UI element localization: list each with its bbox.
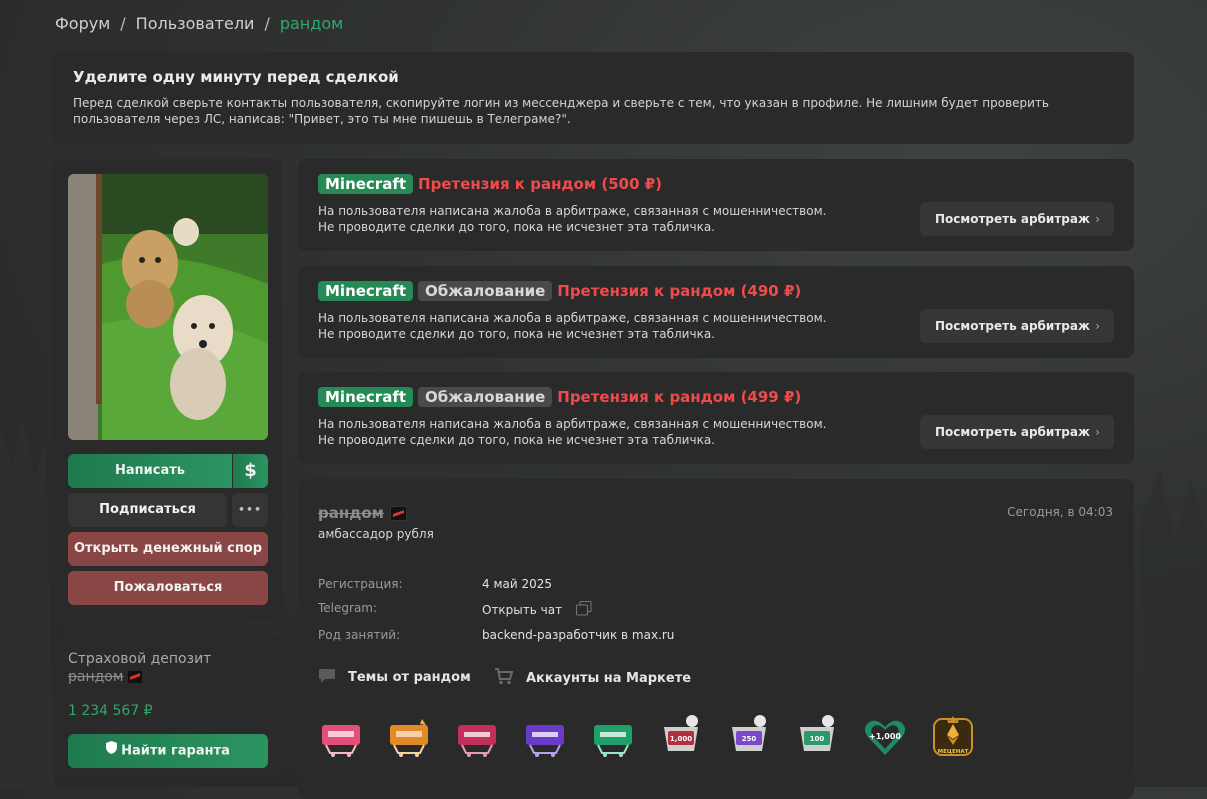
avatar-image [68, 174, 268, 440]
reviews-badge-icon[interactable]: 250 [726, 713, 772, 759]
deposit-amount: 1 234 567 ₽ [68, 703, 153, 719]
find-guarantor-button[interactable]: Найти гаранта [68, 734, 268, 768]
profile-username-text: рандом [318, 504, 384, 522]
cart-icon [494, 668, 514, 689]
ban-flag-icon [128, 671, 143, 683]
claim-description: На пользователя написана жалоба в арбитр… [318, 416, 826, 448]
sales-badge-icon[interactable] [522, 713, 568, 759]
insurance-deposit-card: Страховой депозит рандом 1 234 567 ₽ Най… [53, 635, 282, 783]
chevron-right-icon: › [1095, 319, 1100, 333]
claim-description: На пользователя написана жалоба в арбитр… [318, 310, 826, 342]
registration-label: Регистрация: [318, 577, 403, 591]
profile-sidebar-card: Написать $ Подписаться ••• Открыть денеж… [53, 159, 282, 619]
category-tag[interactable]: Minecraft [318, 281, 414, 301]
category-tag[interactable]: Minecraft [318, 387, 414, 407]
sales-badge-icon[interactable] [318, 713, 364, 759]
view-arbitration-label: Посмотреть арбитраж [935, 319, 1090, 333]
find-guarantor-label: Найти гаранта [121, 743, 230, 759]
view-arbitration-label: Посмотреть арбитраж [935, 425, 1090, 439]
telegram-open-chat-link[interactable]: Открыть чат [482, 603, 562, 617]
svg-text:+1,000: +1,000 [869, 732, 901, 741]
notice-title: Уделите одну минуту перед сделкой [73, 68, 399, 86]
last-seen: Сегодня, в 04:03 [1007, 505, 1113, 519]
category-tag[interactable]: Minecraft [318, 174, 414, 194]
claim-title: Претензия к рандом (500 ₽) [418, 175, 663, 193]
heart-badge-icon[interactable]: +1,000 [862, 713, 908, 759]
arbitration-claim-card: Minecraft Обжалование Претензия к рандом… [298, 372, 1134, 464]
claim-line: Не проводите сделки до того, пока не исч… [318, 327, 715, 341]
claim-tags: Minecraft Претензия к рандом (500 ₽) [318, 174, 662, 194]
badges-row: 1,000 250 100 +1,000 МЕЦЕНАТ [318, 713, 976, 759]
claim-line: На пользователя написана жалоба в арбитр… [318, 417, 827, 431]
telegram-label: Telegram: [318, 601, 378, 615]
breadcrumb-current[interactable]: рандом [280, 14, 343, 33]
deposit-username-text: рандом [68, 669, 124, 685]
reviews-badge-icon[interactable]: 1,000 [658, 713, 704, 759]
user-title: амбассадор рубля [318, 527, 434, 541]
claim-tags: Minecraft Обжалование Претензия к рандом… [318, 387, 801, 407]
view-arbitration-label: Посмотреть арбитраж [935, 212, 1090, 226]
deposit-title: Страховой депозит [68, 651, 212, 667]
more-options-button[interactable]: ••• [232, 493, 268, 527]
sales-badge-icon[interactable] [590, 713, 636, 759]
profile-username[interactable]: рандом [318, 504, 407, 522]
breadcrumb-users[interactable]: Пользователи [136, 14, 255, 33]
occupation-value: backend-разработчик в max.ru [482, 628, 675, 642]
avatar[interactable] [68, 174, 268, 440]
deposit-username: рандом [68, 669, 143, 685]
claim-line: Не проводите сделки до того, пока не исч… [318, 433, 715, 447]
svg-text:100: 100 [810, 735, 825, 743]
chevron-right-icon: › [1095, 212, 1100, 226]
arbitration-claim-card: Minecraft Претензия к рандом (500 ₽) На … [298, 159, 1134, 251]
claim-title: Претензия к рандом (490 ₽) [557, 282, 802, 300]
view-arbitration-button[interactable]: Посмотреть арбитраж › [920, 202, 1114, 236]
breadcrumb-separator: / [120, 14, 126, 33]
deal-warning-notice: Уделите одну минуту перед сделкой Перед … [53, 52, 1134, 144]
sales-badge-icon[interactable] [454, 713, 500, 759]
breadcrumb-separator: / [264, 14, 270, 33]
appeal-tag[interactable]: Обжалование [418, 281, 553, 301]
market-accounts-label: Аккаунты на Маркете [526, 671, 692, 686]
shield-icon [106, 734, 118, 768]
comment-icon [318, 668, 336, 688]
user-topics-link[interactable]: Темы от рандом [318, 668, 471, 688]
copy-icon[interactable] [575, 601, 592, 619]
svg-text:МЕЦЕНАТ: МЕЦЕНАТ [938, 749, 969, 755]
claim-line: На пользователя написана жалоба в арбитр… [318, 204, 827, 218]
arbitration-claim-card: Minecraft Обжалование Претензия к рандом… [298, 266, 1134, 358]
telegram-value: Открыть чат [482, 601, 592, 619]
breadcrumb-forum[interactable]: Форум [55, 14, 110, 33]
send-money-button[interactable]: $ [233, 454, 268, 488]
registration-value: 4 май 2025 [482, 577, 553, 591]
claim-description: На пользователя написана жалоба в арбитр… [318, 203, 826, 235]
subscribe-button[interactable]: Подписаться [68, 493, 227, 527]
notice-text: Перед сделкой сверьте контакты пользоват… [73, 96, 1049, 126]
claim-title: Претензия к рандом (499 ₽) [557, 388, 802, 406]
user-topics-label: Темы от рандом [348, 670, 471, 685]
claim-line: На пользователя написана жалоба в арбитр… [318, 311, 827, 325]
market-accounts-link[interactable]: Аккаунты на Маркете [494, 668, 691, 689]
write-message-button[interactable]: Написать [68, 454, 232, 488]
svg-text:250: 250 [742, 735, 757, 743]
open-money-dispute-button[interactable]: Открыть денежный спор [68, 532, 268, 566]
reviews-badge-icon[interactable]: 100 [794, 713, 840, 759]
sales-badge-icon[interactable] [386, 713, 432, 759]
chevron-right-icon: › [1095, 425, 1100, 439]
profile-info-card: рандом амбассадор рубля Сегодня, в 04:03… [298, 479, 1134, 799]
appeal-tag[interactable]: Обжалование [418, 387, 553, 407]
ban-flag-icon [389, 506, 407, 521]
breadcrumb: Форум / Пользователи / рандом [55, 14, 343, 33]
claim-line: Не проводите сделки до того, пока не исч… [318, 220, 715, 234]
claim-tags: Minecraft Обжалование Претензия к рандом… [318, 281, 801, 301]
patron-badge-icon[interactable]: МЕЦЕНАТ [930, 713, 976, 759]
svg-text:1,000: 1,000 [670, 735, 692, 743]
view-arbitration-button[interactable]: Посмотреть арбитраж › [920, 309, 1114, 343]
report-button[interactable]: Пожаловаться [68, 571, 268, 605]
view-arbitration-button[interactable]: Посмотреть арбитраж › [920, 415, 1114, 449]
occupation-label: Род занятий: [318, 628, 401, 642]
